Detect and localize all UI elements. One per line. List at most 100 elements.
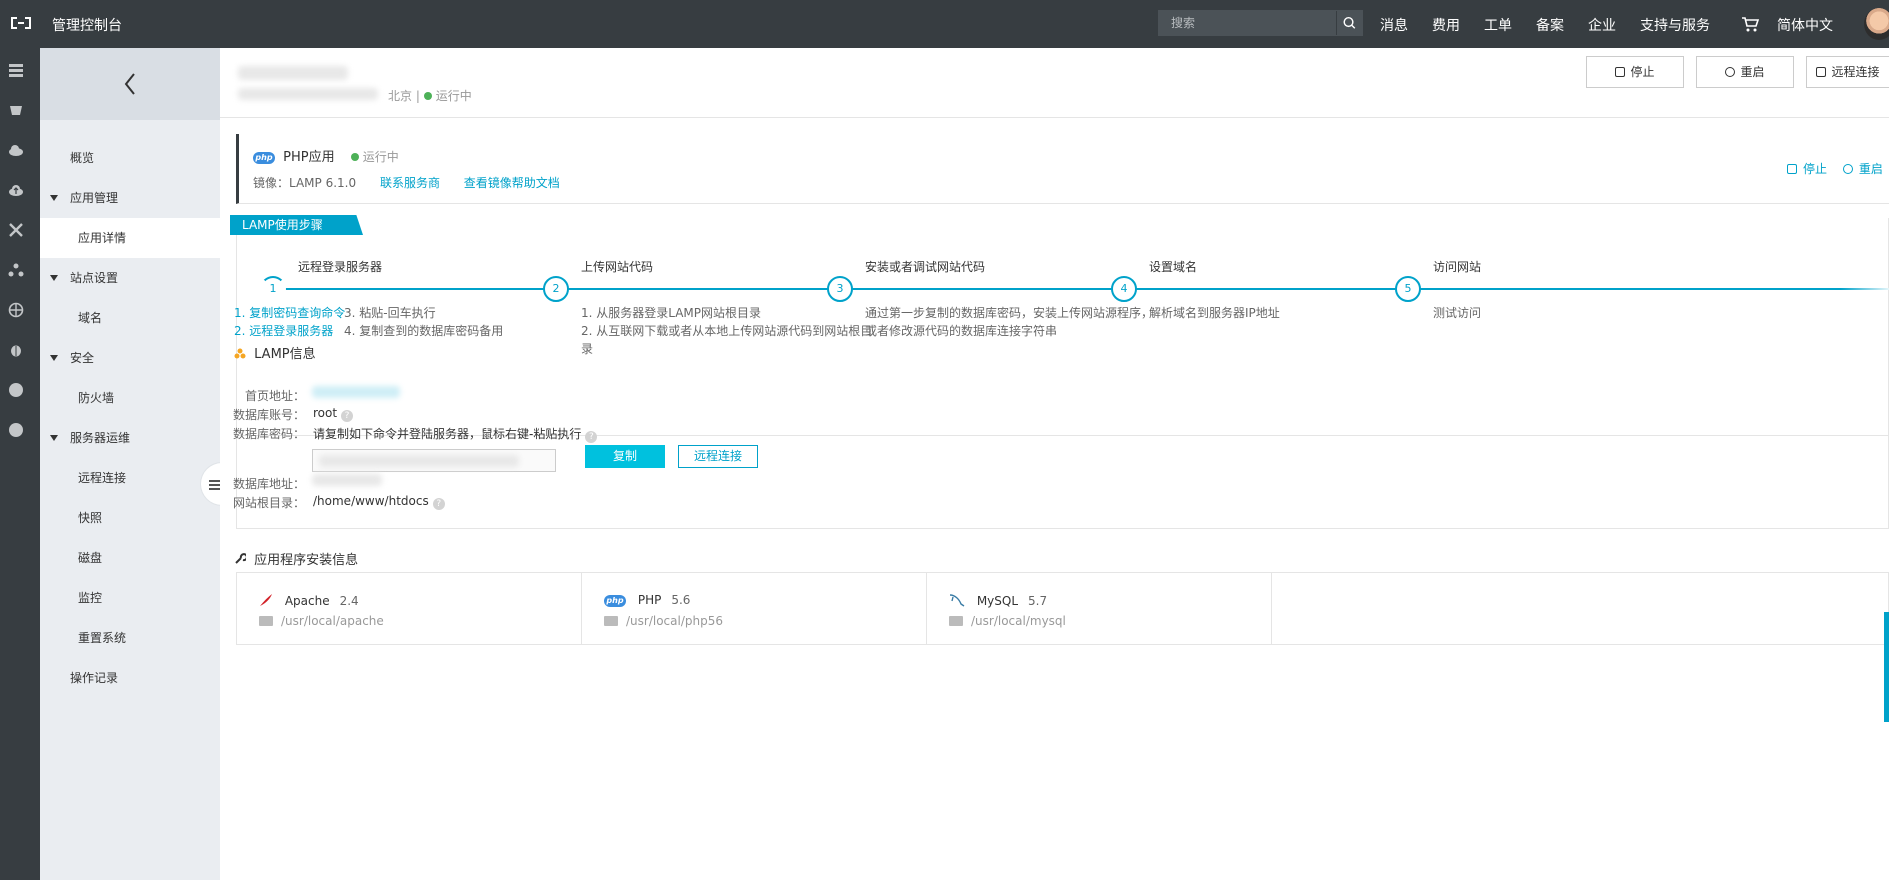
sidebar-group-security[interactable]: 安全 [40, 338, 220, 378]
sidebar-item-monitor[interactable]: 监控 [40, 578, 220, 618]
status-label: 运行中 [435, 89, 472, 103]
sidebar-item-disk[interactable]: 磁盘 [40, 538, 220, 578]
cross-tools-icon[interactable] [8, 222, 24, 238]
nav-support[interactable]: 支持与服务 [1640, 15, 1710, 35]
sidebar-item-app-details[interactable]: 应用详情 [40, 218, 220, 258]
sidebar-item-domain[interactable]: 域名 [40, 298, 220, 338]
step-3-desc-line: 通过第一步复制的数据库密码，安装上传网站源程序， [865, 306, 1154, 320]
step-2-desc-line: 录 [581, 342, 594, 356]
redacted-command [319, 455, 519, 467]
sidebar-item-label: 监控 [78, 591, 103, 605]
app-title: PHP应用 [283, 150, 335, 165]
mysql-version: 5.7 [1028, 594, 1048, 608]
caret-down-icon [50, 435, 58, 441]
app-image-row: 镜像：LAMP 6.1.0 联系服务商 查看镜像帮助文档 [253, 174, 560, 191]
chevron-left-icon[interactable] [122, 70, 138, 98]
step-3-circle: 3 [827, 276, 853, 302]
console-title[interactable]: 管理控制台 [52, 15, 122, 35]
mysql-dolphin-icon [949, 594, 965, 607]
app-cell-mysql: MySQL 5.7 /usr/local/mysql [927, 573, 1272, 644]
php-version: 5.6 [671, 593, 691, 607]
scroll-edge-indicator[interactable] [1884, 612, 1889, 722]
sidebar-item-label: 概览 [70, 151, 95, 165]
copy-button[interactable]: 复制 [585, 445, 665, 468]
steps-progress-line [280, 288, 1889, 290]
resolve-domain-link[interactable]: 解析域名到服务器IP地址 [1149, 304, 1280, 322]
bug-icon[interactable] [8, 342, 24, 358]
sidebar-group-site-settings[interactable]: 站点设置 [40, 258, 220, 298]
step-1-desc-line: 3. 粘贴-回车执行 [344, 306, 436, 320]
sidebar-item-overview[interactable]: 概览 [40, 138, 220, 178]
sidebar-item-operation-log[interactable]: 操作记录 [40, 658, 220, 698]
db-account-text: root [313, 406, 338, 420]
restart-button[interactable]: 重启 [1696, 56, 1794, 88]
menu-list-icon[interactable] [8, 62, 24, 78]
image-help-doc-link[interactable]: 查看镜像帮助文档 [464, 176, 560, 190]
remote-connect-button[interactable]: 远程连接 [1806, 56, 1889, 88]
redacted-homepage-url [312, 386, 400, 398]
apache-name: Apache [284, 594, 330, 608]
lamp-info-icon [234, 348, 246, 359]
restart-button-label: 重启 [1740, 65, 1765, 79]
app-stop-link[interactable]: 停止 [1787, 162, 1827, 176]
network-nodes-icon[interactable] [8, 262, 24, 278]
php-icon: php [253, 152, 275, 164]
search-icon[interactable] [1336, 11, 1362, 35]
apps-info-heading: 应用程序安装信息 [234, 549, 358, 568]
circle-dot-icon[interactable] [8, 382, 24, 398]
wrench-icon [235, 553, 248, 564]
app-restart-link[interactable]: 重启 [1842, 162, 1883, 176]
app-status-label: 运行中 [362, 150, 399, 164]
power-icon [1842, 164, 1853, 174]
nav-enterprise[interactable]: 企业 [1588, 15, 1616, 35]
remote-login-link[interactable]: 2. 远程登录服务器 [234, 322, 345, 340]
sidebar-item-label: 应用管理 [70, 191, 119, 205]
contact-provider-link[interactable]: 联系服务商 [380, 176, 440, 190]
circle-dot-icon-2[interactable] [8, 422, 24, 438]
step-2-desc: 1. 从服务器登录LAMP网站根目录 2. 从互联网下载或者从本地上传网站源代码… [581, 304, 873, 358]
cloud-icon[interactable] [8, 142, 24, 158]
app-card-actions: 停止 重启 [1787, 160, 1883, 177]
homepage-label: 首页地址： [244, 389, 305, 403]
app-path-php: /usr/local/php56 [604, 614, 723, 628]
top-bar: 管理控制台 消息 费用 工单 备案 企业 支持与服务 简体中文 [0, 0, 1889, 48]
nav-tickets[interactable]: 工单 [1484, 15, 1512, 35]
nav-messages[interactable]: 消息 [1380, 15, 1408, 35]
region-label: 北京 [388, 89, 413, 103]
aliyun-logo-icon[interactable] [10, 14, 32, 32]
stop-button[interactable]: 停止 [1586, 56, 1684, 88]
sidebar-item-label: 重置系统 [78, 631, 127, 645]
help-icon[interactable]: ? [432, 498, 445, 510]
help-icon[interactable]: ? [341, 410, 354, 422]
remote-connect-outline-button[interactable]: 远程连接 [678, 445, 758, 468]
password-command-box[interactable] [312, 449, 556, 472]
apps-info-title: 应用程序安装信息 [254, 553, 359, 568]
sidebar-item-label: 应用详情 [78, 231, 127, 245]
php-app-card: php PHP应用 运行中 镜像：LAMP 6.1.0 联系服务商 查看镜像帮助… [236, 134, 1889, 204]
help-icon[interactable]: ? [585, 431, 598, 443]
cloud-upload-icon[interactable] [8, 182, 24, 198]
sidebar-group-app-management[interactable]: 应用管理 [40, 178, 220, 218]
nav-billing[interactable]: 费用 [1432, 15, 1460, 35]
app-cell-apache: Apache 2.4 /usr/local/apache [237, 573, 582, 644]
step-3-desc: 通过第一步复制的数据库密码，安装上传网站源程序， 或者修改源代码的数据库连接字符… [865, 304, 1153, 340]
nav-icp[interactable]: 备案 [1536, 15, 1564, 35]
db-address-label: 数据库地址： [232, 477, 305, 491]
nav-language[interactable]: 简体中文 [1777, 15, 1833, 35]
search-input[interactable] [1159, 11, 1337, 35]
gift-icon[interactable] [8, 102, 24, 118]
sidebar-item-reset-system[interactable]: 重置系统 [40, 618, 220, 658]
power-icon [1725, 67, 1736, 77]
php-path: /usr/local/php56 [626, 614, 723, 628]
web-root-text: /home/www/htdocs [313, 494, 429, 508]
cart-icon[interactable] [1740, 14, 1760, 34]
running-dot-icon [423, 92, 432, 100]
user-avatar[interactable] [1864, 8, 1889, 40]
copy-password-command-link[interactable]: 1. 复制密码查询命令 [234, 304, 345, 322]
db-password-label: 数据库密码： [232, 427, 305, 441]
sidebar-item-label: 域名 [78, 311, 103, 325]
apps-info-panel: Apache 2.4 /usr/local/apache php PHP 5.6 /… [236, 572, 1889, 645]
globe-icon[interactable] [8, 302, 24, 318]
step-2-desc-line: 2. 从互联网下载或者从本地上传网站源代码到网站根目 [581, 324, 873, 338]
test-visit-link[interactable]: 测试访问 [1433, 304, 1481, 322]
